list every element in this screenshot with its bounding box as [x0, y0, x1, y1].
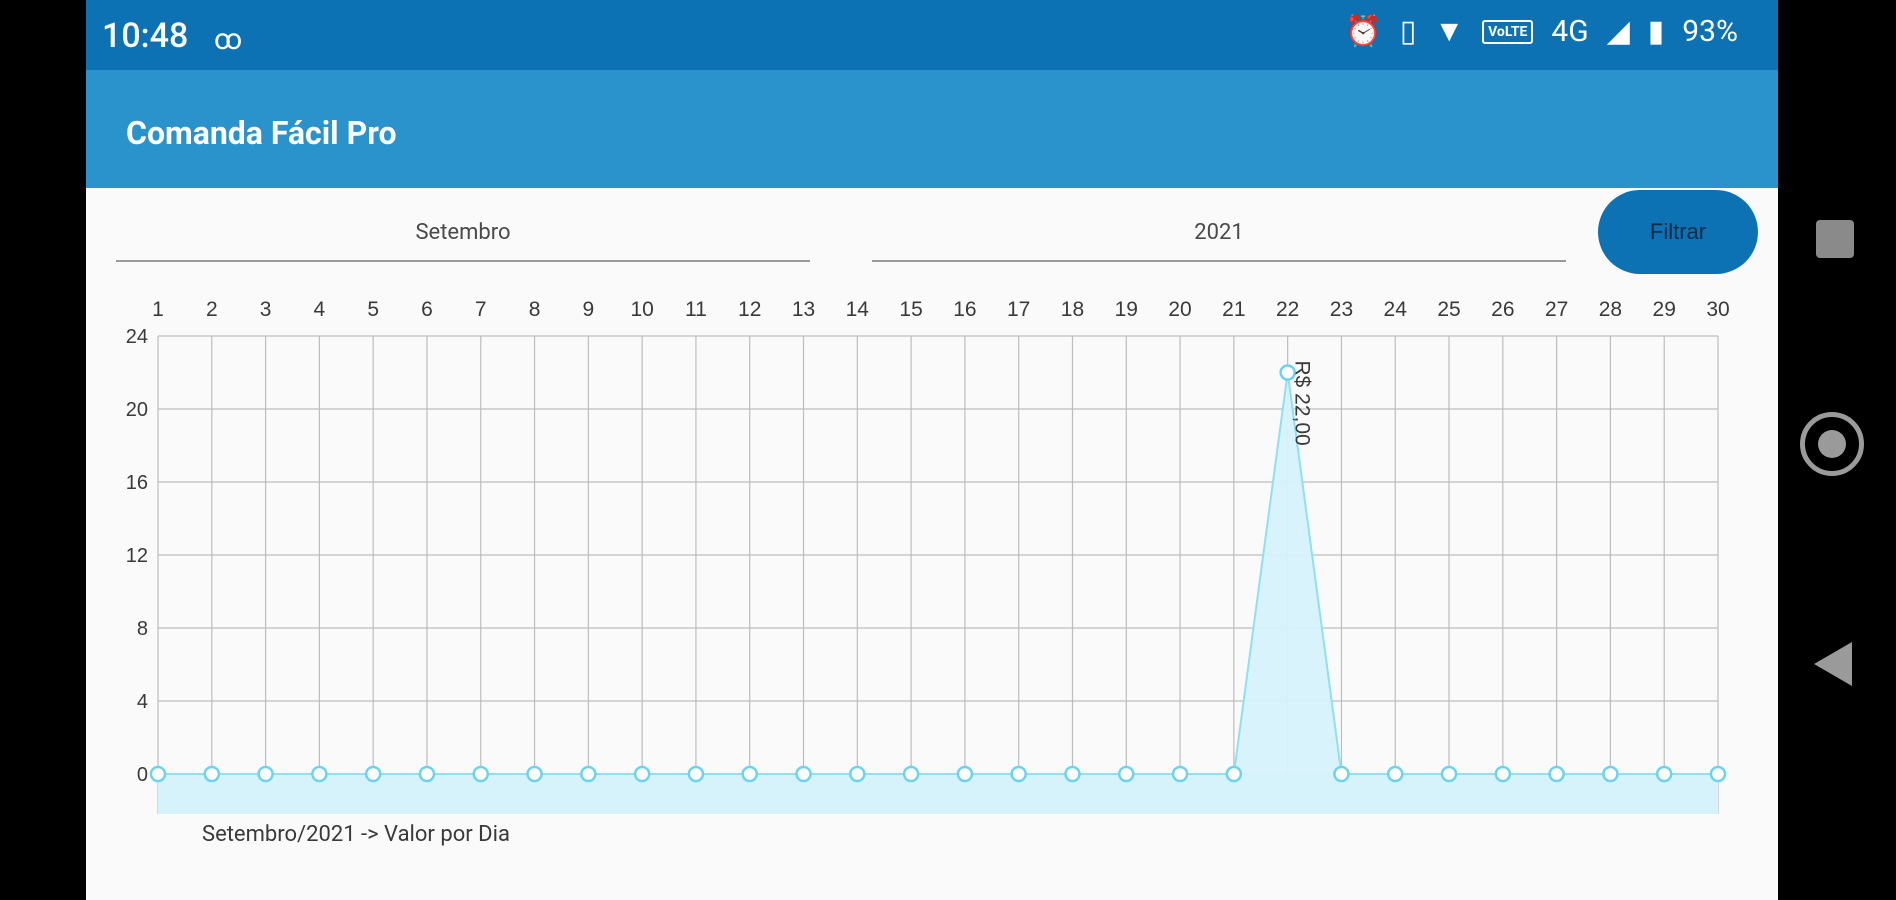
data-point — [1333, 765, 1350, 783]
data-point — [902, 765, 920, 783]
data-point — [1440, 765, 1458, 783]
year-field[interactable]: 2021 — [872, 204, 1566, 262]
data-point — [1225, 765, 1243, 783]
data-point — [257, 765, 274, 783]
area-fill — [158, 372, 1718, 774]
wifi-icon: ▼ — [1434, 14, 1465, 49]
data-point — [1171, 765, 1189, 783]
y-tick-label: 20 — [126, 399, 148, 421]
battery-icon: ▮ — [1647, 14, 1665, 49]
data-point — [1548, 765, 1565, 783]
x-tick-label: 29 — [1653, 298, 1676, 321]
x-tick-label: 8 — [529, 298, 541, 321]
data-point — [149, 765, 167, 783]
volte-icon: VoLTE — [1482, 19, 1534, 44]
x-tick-label: 27 — [1545, 298, 1568, 321]
voicemail-icon: oo — [214, 22, 242, 57]
battery-percent: 93% — [1682, 14, 1738, 49]
status-bar: 10:48 oo ⏰ ▯ ▼ VoLTE 4G ◢ ▮ 93% — [86, 0, 1778, 70]
y-tick-label: 4 — [137, 691, 148, 713]
y-tick-label: 8 — [137, 618, 148, 640]
data-point — [364, 765, 382, 783]
x-tick-label: 26 — [1491, 298, 1514, 321]
status-time: 10:48 — [102, 16, 189, 56]
data-point — [418, 765, 436, 783]
data-label: R$ 22,00 — [1291, 361, 1314, 446]
navigation-bar — [1778, 0, 1896, 900]
chart: 0 4 8 12 16 20 24 1 2 3 4 5 6 7 8 9 10 11 12 13 14 15 16 17 18 19… — [86, 280, 1778, 860]
x-tick-label: 17 — [1007, 298, 1030, 321]
y-tick-label: 16 — [126, 472, 148, 494]
year-value: 2021 — [1194, 219, 1244, 245]
data-point — [472, 765, 490, 783]
x-tick-label: 15 — [899, 298, 922, 321]
y-tick-label: 12 — [126, 545, 148, 567]
data-point — [1118, 765, 1135, 783]
x-tick-label: 11 — [685, 298, 707, 321]
signal-icon: ◢ — [1606, 14, 1630, 49]
x-tick-label: 1 — [152, 298, 164, 321]
data-point — [580, 765, 597, 783]
back-icon[interactable] — [1814, 642, 1852, 686]
x-tick-label: 28 — [1599, 298, 1622, 321]
data-point — [1655, 765, 1673, 783]
data-point — [1386, 765, 1404, 783]
x-tick-label: 24 — [1384, 298, 1408, 321]
y-tick-label: 0 — [137, 764, 148, 786]
alarm-icon: ⏰ — [1344, 14, 1382, 49]
x-tick-label: 25 — [1437, 298, 1460, 321]
app-title: Comanda Fácil Pro — [126, 114, 397, 152]
x-tick-label: 16 — [953, 298, 976, 321]
recents-icon[interactable] — [1816, 220, 1854, 258]
x-tick-label: 3 — [260, 298, 272, 321]
data-point — [526, 765, 543, 783]
y-tick-label: 24 — [126, 326, 148, 348]
series-line — [158, 372, 1718, 775]
data-point — [1010, 765, 1027, 783]
data-point — [795, 765, 812, 783]
home-icon[interactable] — [1800, 412, 1864, 476]
x-tick-label: 14 — [846, 298, 870, 321]
x-tick-label: 19 — [1115, 298, 1138, 321]
data-point — [687, 765, 705, 783]
x-tick-label: 4 — [314, 298, 326, 321]
data-point — [1064, 765, 1081, 783]
x-tick-label: 12 — [738, 298, 761, 321]
x-tick-label: 13 — [792, 298, 815, 321]
x-tick-label: 30 — [1706, 298, 1729, 321]
data-point — [741, 765, 758, 783]
network-type: 4G — [1551, 14, 1589, 49]
data-point — [849, 765, 866, 783]
app-bar: Comanda Fácil Pro — [86, 70, 1778, 188]
area-chart-svg: 048121620241 2 3 4 5 6 7 8 9 10 11 12 13 14 15 16 17 18 19… — [126, 298, 1730, 814]
x-tick-label: 6 — [421, 298, 433, 321]
x-tick-label: 22 — [1276, 298, 1299, 321]
x-tick-label: 20 — [1168, 298, 1191, 321]
x-tick-label: 7 — [475, 298, 487, 321]
data-point — [1602, 765, 1619, 783]
device-screen: 10:48 oo ⏰ ▯ ▼ VoLTE 4G ◢ ▮ 93% Comanda … — [86, 0, 1778, 900]
x-tick-label: 2 — [206, 298, 218, 321]
data-point — [956, 765, 974, 783]
data-point — [311, 765, 328, 783]
x-tick-label: 10 — [630, 298, 653, 321]
x-tick-label: 18 — [1061, 298, 1084, 321]
month-value: Setembro — [415, 219, 511, 245]
x-tick-label: 21 — [1222, 298, 1245, 321]
x-tick-label: 23 — [1330, 298, 1353, 321]
x-tick-label: 5 — [367, 298, 379, 321]
data-point — [1494, 765, 1512, 783]
data-point — [203, 765, 221, 783]
data-point — [633, 765, 651, 783]
vibrate-icon: ▯ — [1399, 14, 1417, 49]
data-point — [1709, 765, 1727, 783]
x-tick-label: 9 — [583, 298, 595, 321]
filter-button[interactable]: Filtrar — [1598, 190, 1758, 274]
chart-caption: Setembro/2021 -> Valor por Dia — [202, 822, 510, 847]
area-baseline-fill — [158, 774, 1718, 814]
status-icons: ⏰ ▯ ▼ VoLTE 4G ◢ ▮ 93% — [1345, 14, 1738, 49]
month-field[interactable]: Setembro — [116, 204, 810, 262]
